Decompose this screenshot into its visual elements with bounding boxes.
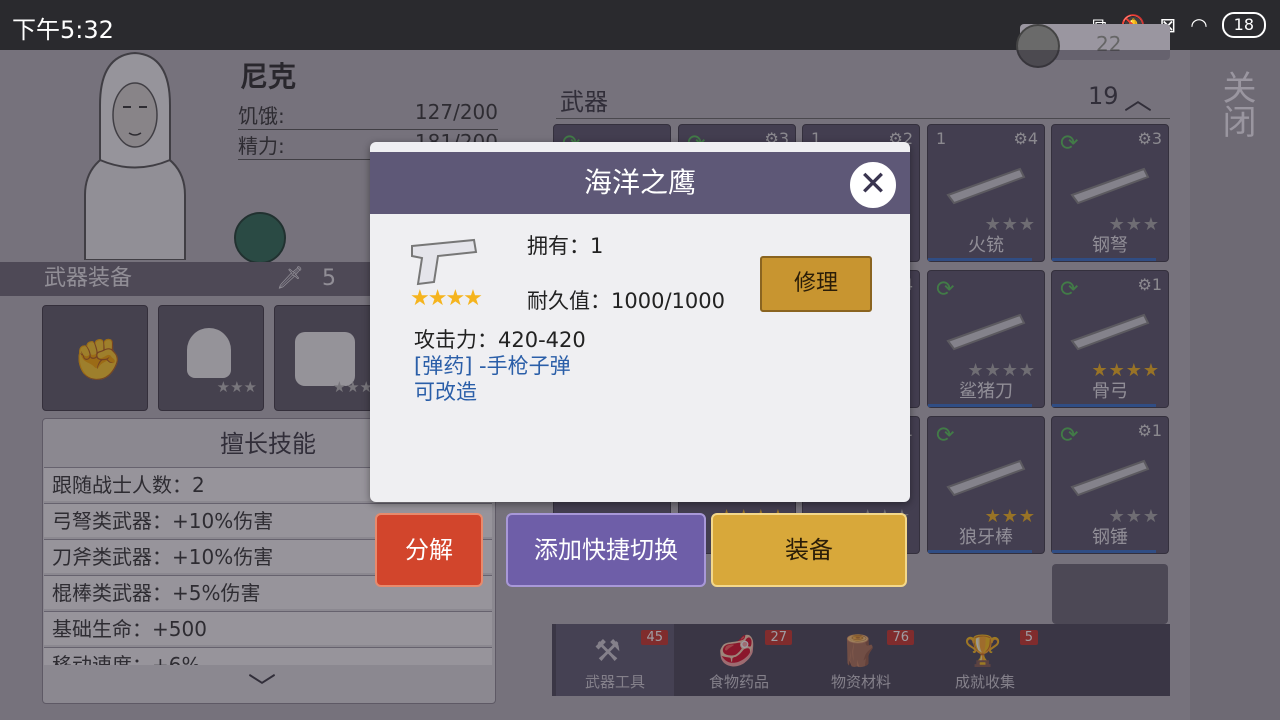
wifi-icon: ◠ (1190, 13, 1208, 37)
item-owned: 拥有：1 (527, 234, 604, 258)
close-icon: ✕ (858, 164, 888, 204)
decompose-button[interactable]: 分解 (375, 513, 483, 587)
pistol-icon (411, 238, 478, 286)
dialog-title: 海洋之鹰 (370, 152, 910, 214)
equip-button[interactable]: 装备 (711, 513, 907, 587)
item-modifiable[interactable]: 可改造 (414, 376, 477, 406)
quick-switch-button[interactable]: 添加快捷切换 (506, 513, 706, 587)
close-button[interactable]: ✕ (848, 160, 898, 210)
side-close-label[interactable]: 关闭 (1212, 70, 1261, 138)
item-stars: ★★★★ (410, 286, 483, 311)
status-time: 下午5:32 (12, 16, 114, 44)
repair-button[interactable]: 修理 (760, 256, 872, 312)
battery-indicator: 18 (1221, 12, 1266, 38)
item-durability: 耐久值：1000/1000 (527, 289, 725, 313)
side-close-bar[interactable] (1190, 50, 1280, 720)
